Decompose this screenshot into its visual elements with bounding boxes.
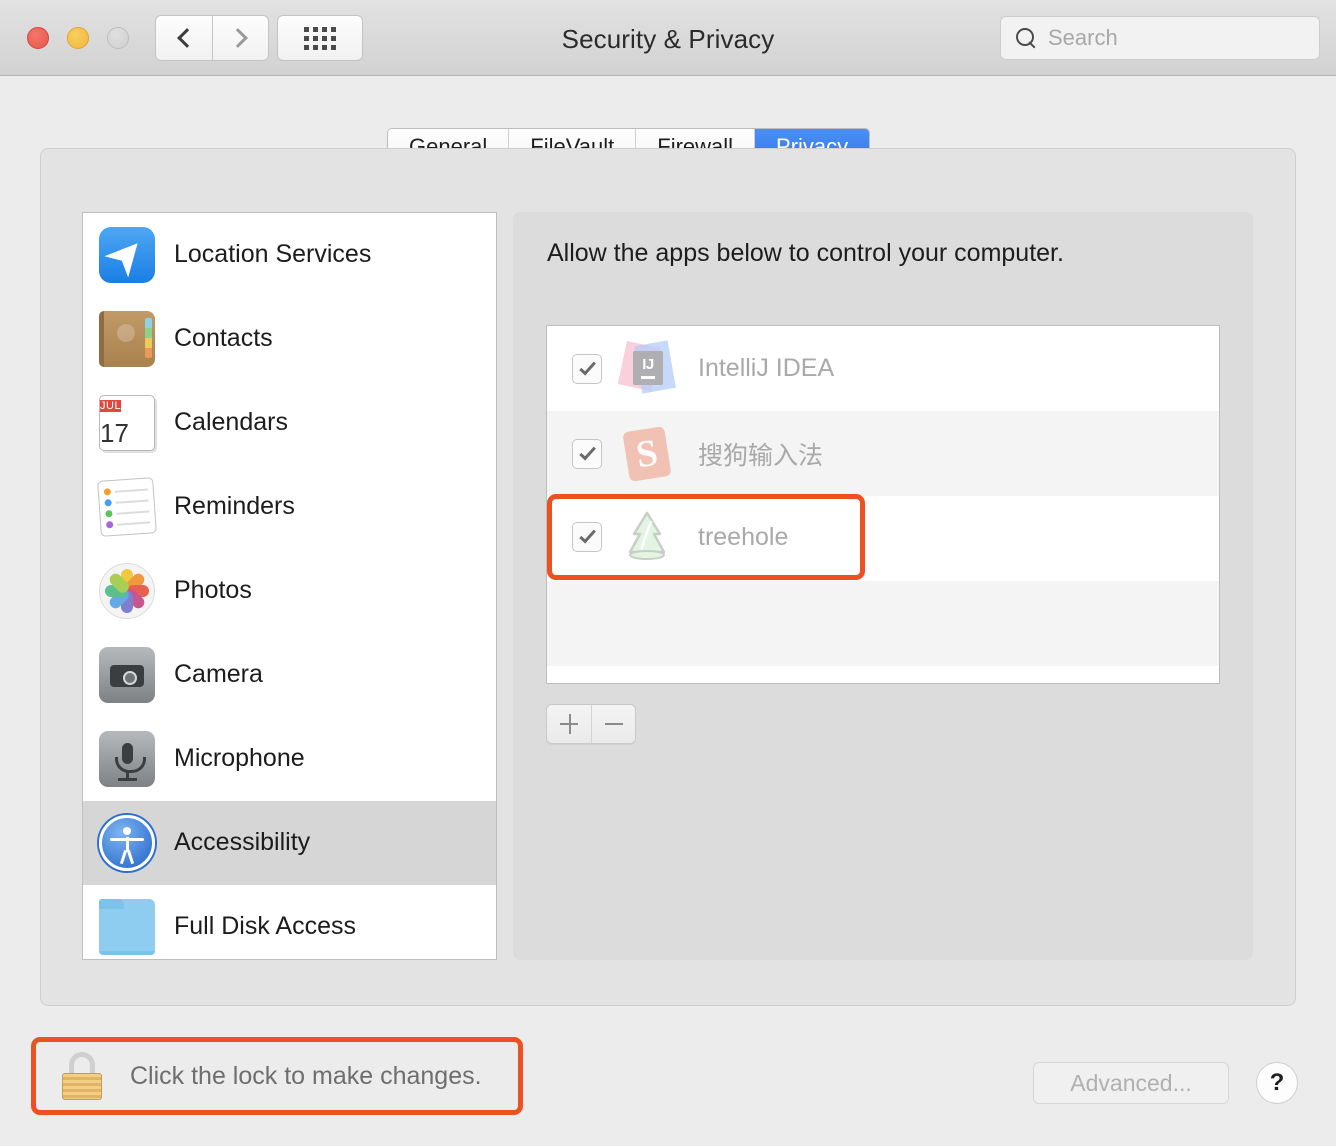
add-remove-buttons (546, 704, 636, 744)
sidebar-item-label: Photos (174, 576, 252, 604)
sidebar-item-photos[interactable]: Photos (83, 549, 496, 633)
camera-icon (99, 646, 155, 703)
app-permissions-panel: Allow the apps below to control your com… (513, 212, 1253, 960)
panel-description: Allow the apps below to control your com… (547, 239, 1064, 267)
sidebar-item-location-services[interactable]: Location Services (83, 213, 496, 297)
privacy-pane: Location Services Contacts JUL 17 Calend… (40, 148, 1296, 1006)
folder-icon (99, 898, 155, 955)
calendar-day: 17 (100, 417, 129, 448)
sidebar-item-label: Microphone (174, 744, 305, 772)
allowed-apps-list[interactable]: IJ IntelliJ IDEA S 搜狗输入法 treehole (546, 325, 1220, 684)
contacts-icon (99, 310, 155, 367)
sidebar-item-calendars[interactable]: JUL 17 Calendars (83, 381, 496, 465)
sidebar-item-camera[interactable]: Camera (83, 633, 496, 717)
sidebar-item-contacts[interactable]: Contacts (83, 297, 496, 381)
sidebar-item-reminders[interactable]: Reminders (83, 465, 496, 549)
add-app-button[interactable] (547, 705, 591, 743)
sidebar-item-label: Accessibility (174, 828, 311, 856)
app-checkbox[interactable] (572, 523, 602, 554)
sidebar-item-label: Location Services (174, 240, 372, 268)
photos-icon (99, 562, 155, 619)
search-input[interactable]: Search (1048, 25, 1118, 51)
sidebar-item-label: Calendars (174, 408, 288, 436)
sidebar-item-label: Reminders (174, 492, 295, 520)
help-button[interactable]: ? (1256, 1062, 1298, 1104)
table-row[interactable]: IJ IntelliJ IDEA (547, 326, 1219, 411)
search-icon (1015, 27, 1037, 49)
treehole-icon (618, 510, 676, 568)
table-row-empty (547, 581, 1219, 666)
calendar-month: JUL (100, 399, 122, 412)
app-name: IntelliJ IDEA (698, 354, 835, 382)
sidebar-item-label: Camera (174, 660, 263, 688)
lock-button[interactable]: Click the lock to make changes. (31, 1037, 523, 1115)
app-name: treehole (698, 524, 789, 552)
window-titlebar: Security & Privacy Search (0, 0, 1336, 76)
remove-app-button[interactable] (591, 705, 635, 743)
reminders-icon (97, 476, 157, 537)
app-checkbox[interactable] (572, 353, 602, 384)
accessibility-icon (99, 814, 155, 871)
table-row[interactable]: treehole (547, 496, 1219, 581)
sidebar-item-label: Full Disk Access (174, 912, 356, 940)
table-row-empty (547, 666, 1219, 683)
table-row[interactable]: S 搜狗输入法 (547, 411, 1219, 496)
sidebar-item-label: Contacts (174, 324, 273, 352)
privacy-category-list[interactable]: Location Services Contacts JUL 17 Calend… (82, 212, 497, 960)
intellij-idea-icon: IJ (617, 339, 676, 398)
location-services-icon (99, 226, 155, 283)
app-checkbox[interactable] (572, 438, 602, 469)
sidebar-item-accessibility[interactable]: Accessibility (83, 801, 496, 885)
microphone-icon (99, 730, 155, 787)
lock-closed-icon (56, 1050, 108, 1102)
sogou-input-icon: S (618, 425, 676, 483)
app-name: 搜狗输入法 (698, 441, 824, 470)
lock-label: Click the lock to make changes. (130, 1061, 482, 1090)
sidebar-item-full-disk-access[interactable]: Full Disk Access (83, 885, 496, 959)
sidebar-item-microphone[interactable]: Microphone (83, 717, 496, 801)
search-field[interactable]: Search (1000, 16, 1320, 60)
minus-icon (605, 723, 623, 725)
advanced-button[interactable]: Advanced... (1033, 1062, 1229, 1104)
calendar-icon: JUL 17 (99, 394, 155, 451)
